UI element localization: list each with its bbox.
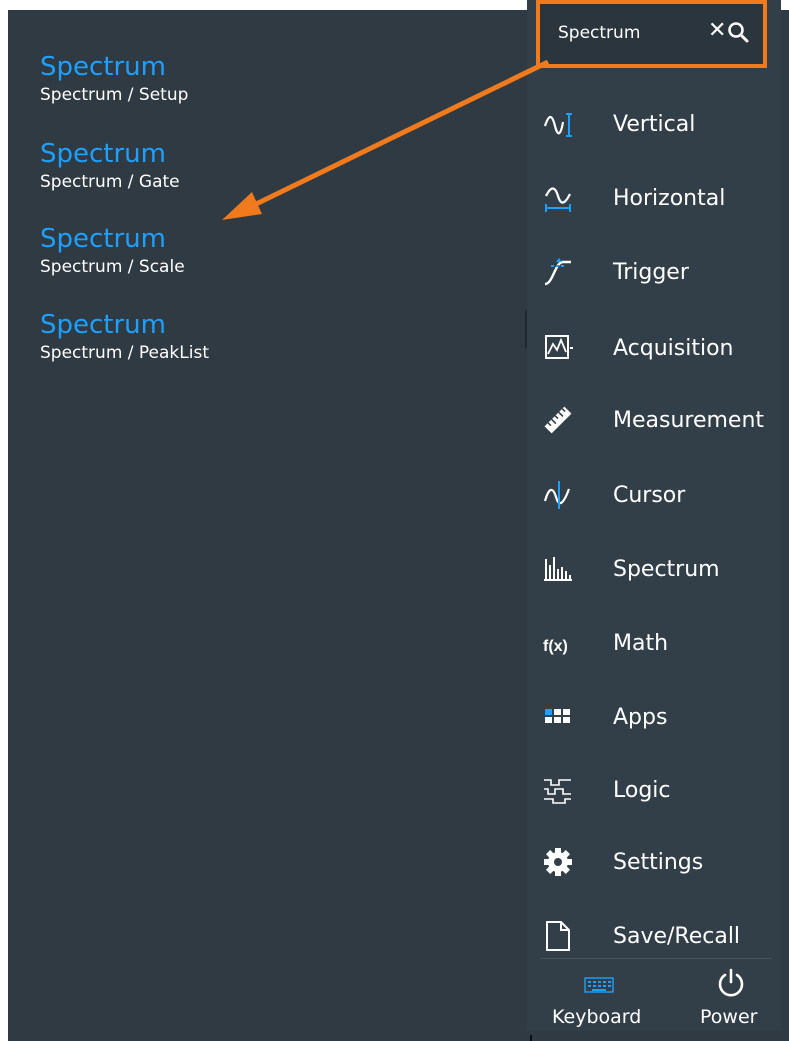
menu-item-math[interactable]: f(x) Math (527, 615, 781, 675)
menu-item-trigger[interactable]: Trigger (527, 244, 781, 304)
measurement-icon (544, 406, 572, 434)
search-result-gate[interactable]: Spectrum Spectrum / Gate (40, 139, 500, 193)
menu-item-label: Spectrum (613, 557, 720, 582)
trigger-icon (544, 258, 571, 286)
apps-icon (545, 709, 570, 723)
menu-item-label: Settings (613, 850, 704, 875)
menu-item-settings[interactable]: Settings (527, 834, 781, 894)
keyboard-button[interactable]: Keyboard (552, 962, 652, 1031)
math-icon-text: f(x) (543, 638, 568, 655)
menu-item-label: Horizontal (613, 186, 726, 211)
horizontal-icon (545, 187, 571, 212)
bottom-separator (540, 958, 772, 959)
spectrum-icon (544, 557, 572, 581)
menu-item-label: Measurement (613, 408, 765, 433)
menu-item-label: Save/Recall (613, 924, 741, 949)
result-path: Spectrum / Scale (40, 257, 185, 277)
menu-item-label: Cursor (613, 483, 686, 508)
result-title: Spectrum (40, 139, 166, 169)
menu-item-logic[interactable]: Logic (527, 762, 781, 822)
close-icon[interactable]: ✕ (708, 18, 726, 43)
search-result-setup[interactable]: Spectrum Spectrum / Setup (40, 52, 500, 106)
keyboard-label: Keyboard (552, 1006, 642, 1028)
menu-item-label: Logic (613, 778, 671, 803)
result-title: Spectrum (40, 52, 166, 82)
result-path: Spectrum / Setup (40, 85, 189, 105)
menu-item-label: Vertical (613, 112, 696, 137)
search-icon[interactable] (726, 20, 750, 44)
menu-item-cursor[interactable]: Cursor (527, 467, 781, 527)
vertical-icon (543, 113, 572, 137)
power-icon (718, 968, 744, 997)
math-icon: f(x) (543, 638, 568, 655)
keyboard-icon (584, 977, 614, 993)
result-title: Spectrum (40, 310, 166, 340)
search-result-scale[interactable]: Spectrum Spectrum / Scale (40, 224, 500, 278)
search-field[interactable]: Spectrum ✕ (536, 0, 767, 68)
menu-item-acquisition[interactable]: Acquisition (527, 320, 781, 380)
menu-item-spectrum[interactable]: Spectrum (527, 541, 781, 601)
result-path: Spectrum / PeakList (40, 343, 209, 363)
cursor-icon (543, 481, 571, 509)
power-button[interactable]: Power (700, 962, 772, 1031)
menu-item-label: Math (613, 631, 669, 656)
search-input[interactable]: Spectrum (558, 22, 640, 44)
settings-icon (544, 848, 572, 876)
menu-item-measurement[interactable]: Measurement (527, 392, 781, 452)
menu-item-apps[interactable]: Apps (527, 689, 781, 749)
menu-item-vertical[interactable]: Vertical (527, 96, 781, 156)
acquisition-icon (545, 335, 573, 359)
result-path: Spectrum / Gate (40, 172, 180, 192)
menu-item-horizontal[interactable]: Horizontal (527, 170, 781, 230)
search-result-peaklist[interactable]: Spectrum Spectrum / PeakList (40, 310, 500, 364)
save-recall-icon (546, 921, 570, 951)
power-label: Power (700, 1006, 758, 1028)
menu-item-label: Trigger (613, 260, 689, 285)
logic-icon (544, 779, 571, 804)
menu-item-label: Acquisition (613, 336, 734, 361)
menu-item-label: Apps (613, 705, 668, 730)
menu-item-save-recall[interactable]: Save/Recall (527, 908, 781, 968)
result-title: Spectrum (40, 224, 166, 254)
